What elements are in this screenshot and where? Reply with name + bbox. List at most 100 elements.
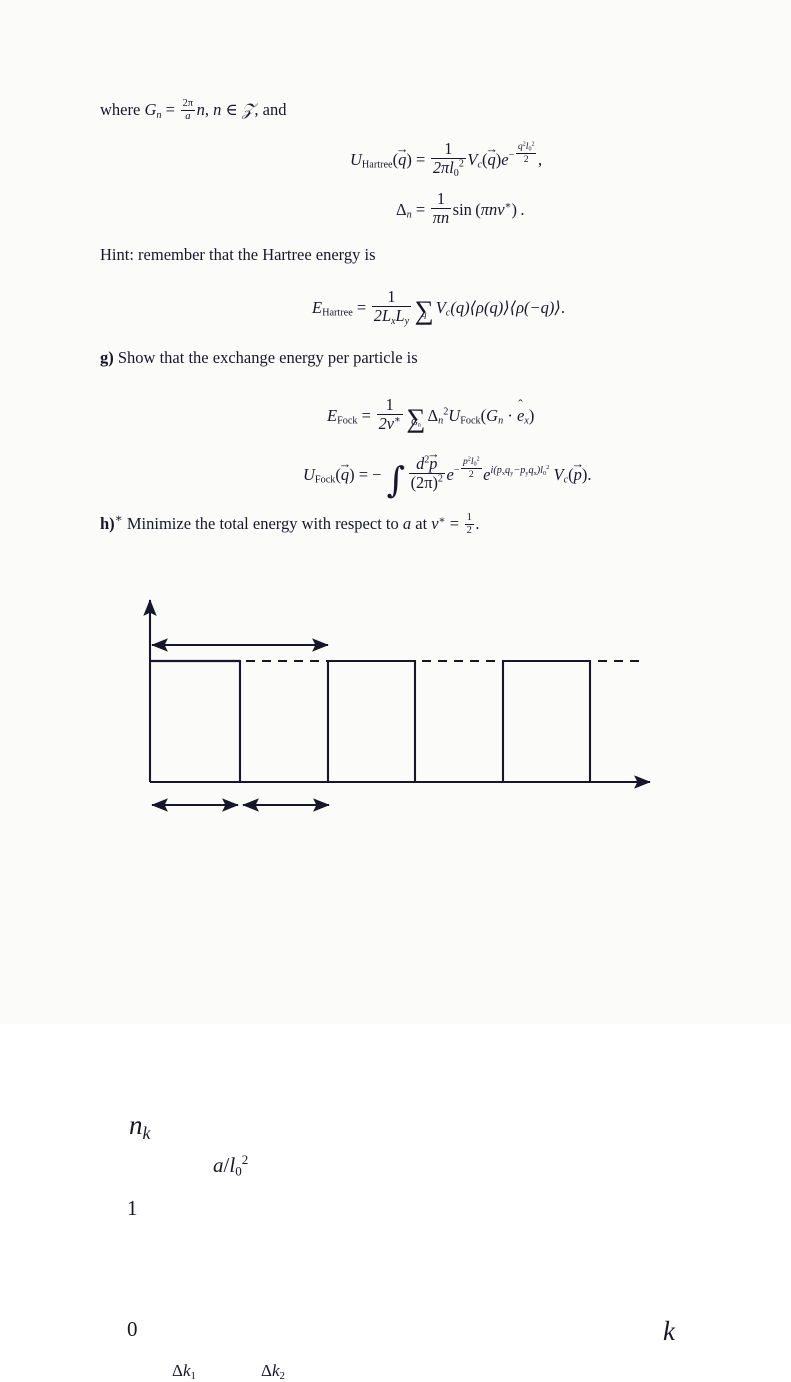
- equation-hartree-energy: EHartree = 1 2LxLy ∑ q Vc(q)⟨ρ(q)⟩⟨ρ(−q)⟩.: [312, 287, 565, 328]
- exp-fraction: q2l02 2: [515, 141, 537, 165]
- y-axis-label-n: n: [129, 1110, 143, 1140]
- item-h-var-a: a: [402, 514, 412, 534]
- intro-comma: ,: [204, 100, 210, 120]
- u-fock-measure-fraction: d2 → p (2π)2: [408, 448, 445, 493]
- dk2-k: k: [271, 1361, 280, 1380]
- u-hartree-trailing: ,: [537, 149, 543, 169]
- intro-frac-den: a: [185, 111, 191, 123]
- e-hartree-sub: Hartree: [322, 307, 353, 319]
- sin-function: sin: [452, 199, 472, 219]
- intro-symbol: G: [144, 100, 157, 120]
- intro-member-var: n: [213, 100, 222, 120]
- u-fock-symbol: U: [303, 464, 315, 484]
- delta-frac-den: πn: [432, 208, 450, 228]
- y-axis-label-sub: k: [142, 1122, 151, 1143]
- occupation-number-figure: n_k nk k a/l02 1 0 Δk1 Δk2: [0, 548, 791, 1381]
- item-g-text: Show that the exchange energy per partic…: [117, 348, 418, 367]
- equation-fock-energy: EFock = 1 2ν∗ ∑ Gn Δn2UFock(Gn · ˆ ex): [327, 395, 535, 434]
- e-hartree-equals: =: [356, 297, 367, 317]
- delta-sub: n: [406, 209, 412, 221]
- intro-member-set: 𝒵: [241, 100, 255, 120]
- exp-base: e: [501, 149, 509, 169]
- e-hartree-frac-num: 1: [371, 288, 412, 307]
- u-fock-exp2: i(pxqy−pyqx)l02: [490, 464, 550, 478]
- fock-summation-symbol: ∑ Gn: [406, 402, 426, 433]
- intro-factor: n: [196, 100, 205, 120]
- u-fock-equals: =: [358, 464, 369, 484]
- vc-symbol: V: [467, 149, 478, 169]
- x-axis-label: k: [663, 1316, 675, 1346]
- item-h-text: Minimize the total energy with respect t…: [126, 514, 399, 534]
- e-hartree-avg1: ⟨ρ(q)⟩: [469, 297, 510, 317]
- fock-summation-index: Gn: [410, 416, 421, 429]
- sin-paren-close: ): [511, 199, 518, 219]
- u-fock-vc: V: [553, 464, 564, 484]
- dk2-delta: Δ: [261, 1361, 272, 1380]
- delta-frac-num: 1: [430, 190, 452, 209]
- summation-symbol: ∑ q: [414, 294, 434, 325]
- u-fock-measure-num: d2 → p: [408, 448, 445, 474]
- item-h-marker: h): [100, 514, 115, 534]
- fock-arg-close: ): [528, 405, 535, 425]
- step-box-2: [326, 659, 417, 782]
- e-hartree-fraction: 1 2LxLy: [371, 288, 412, 328]
- step-box-1: [150, 659, 242, 782]
- item-g: g) Show that the exchange energy per par…: [100, 348, 418, 369]
- y-axis-label: n_k nk: [129, 1110, 151, 1143]
- fock-delta: Δ: [427, 405, 439, 425]
- integral-symbol: ∫: [386, 459, 406, 501]
- e-fock-symbol: E: [327, 405, 338, 425]
- e-hartree-avg2: ⟨ρ(−q)⟩: [509, 297, 561, 317]
- intro-prefix: where: [100, 100, 141, 120]
- item-h-equals: =: [449, 514, 460, 534]
- item-h-star: ∗: [114, 510, 123, 525]
- u-hartree-frac-den: 2πl02: [432, 158, 464, 180]
- dk1-delta: Δ: [172, 1361, 183, 1380]
- e-fock-equals: =: [361, 405, 371, 425]
- equation-hartree-potential: UHartree(→ q) = 1 2πl02 Vc(→ q)e− q2l02 2,: [350, 139, 543, 180]
- e-fock-frac-num: 1: [376, 396, 403, 415]
- u-hartree-arg: → q: [395, 142, 409, 169]
- intro-fraction: 2π a: [180, 98, 196, 123]
- u-fock-exp1-base: e: [446, 464, 454, 484]
- dk1-sub: 1: [190, 1370, 196, 1382]
- y-tick-label-one: 1: [127, 1196, 138, 1220]
- intro-symbol-sub: n: [156, 110, 162, 122]
- e-hartree-symbol: E: [312, 297, 323, 317]
- exp-frac-den: 2: [523, 153, 529, 165]
- vc-arg: → q: [485, 142, 499, 169]
- u-fock-minus: −: [372, 464, 382, 484]
- u-fock-measure-den: (2π)2: [410, 473, 443, 493]
- item-h-var-nu: ν: [431, 514, 439, 534]
- u-fock-sub: Fock: [314, 474, 336, 486]
- hint-line: Hint: remember that the Hartree energy i…: [100, 245, 376, 264]
- period-a: a: [213, 1153, 224, 1177]
- u-fock-trailing: .: [587, 464, 592, 484]
- u-fock-arg: → q: [338, 457, 352, 484]
- item-h-text-mid: at: [415, 514, 428, 534]
- e-fock-fraction: 1 2ν∗: [376, 396, 403, 434]
- delta-k2-label: Δk2: [261, 1361, 285, 1381]
- delta-fraction: 1 πn: [430, 190, 452, 228]
- e-hartree-frac-den: 2LxLy: [373, 306, 410, 328]
- delta-trailing: .: [520, 199, 525, 219]
- exp-frac-num: q2l02: [515, 141, 537, 155]
- fock-arg-g: G: [486, 405, 499, 425]
- intro-equals: =: [165, 100, 175, 120]
- e-hartree-trailing: .: [560, 297, 565, 317]
- occupation-plot-svg: [143, 599, 651, 812]
- step-box-3: [501, 659, 592, 782]
- document-page: where Gn = 2π a n, n ∈ 𝒵, and UHartree(→ q)…: [0, 0, 791, 1381]
- e-fock-sub: Fock: [337, 415, 358, 427]
- period-l-sup: 2: [241, 1151, 249, 1167]
- u-hartree-frac-num: 1: [430, 140, 466, 159]
- e-fock-frac-den: 2ν∗: [378, 414, 401, 434]
- item-h: h)∗ Minimize the total energy with respe…: [100, 510, 480, 537]
- summation-index: q: [421, 308, 427, 320]
- delta-k1-label: Δk1: [172, 1361, 196, 1381]
- e-hartree-vc: V: [435, 297, 446, 317]
- delta-symbol: Δ: [396, 199, 407, 219]
- y-tick-label-zero: 0: [127, 1317, 138, 1341]
- u-fock-exp1: − p2l02 2: [453, 456, 482, 480]
- fock-u-symbol: U: [448, 405, 461, 425]
